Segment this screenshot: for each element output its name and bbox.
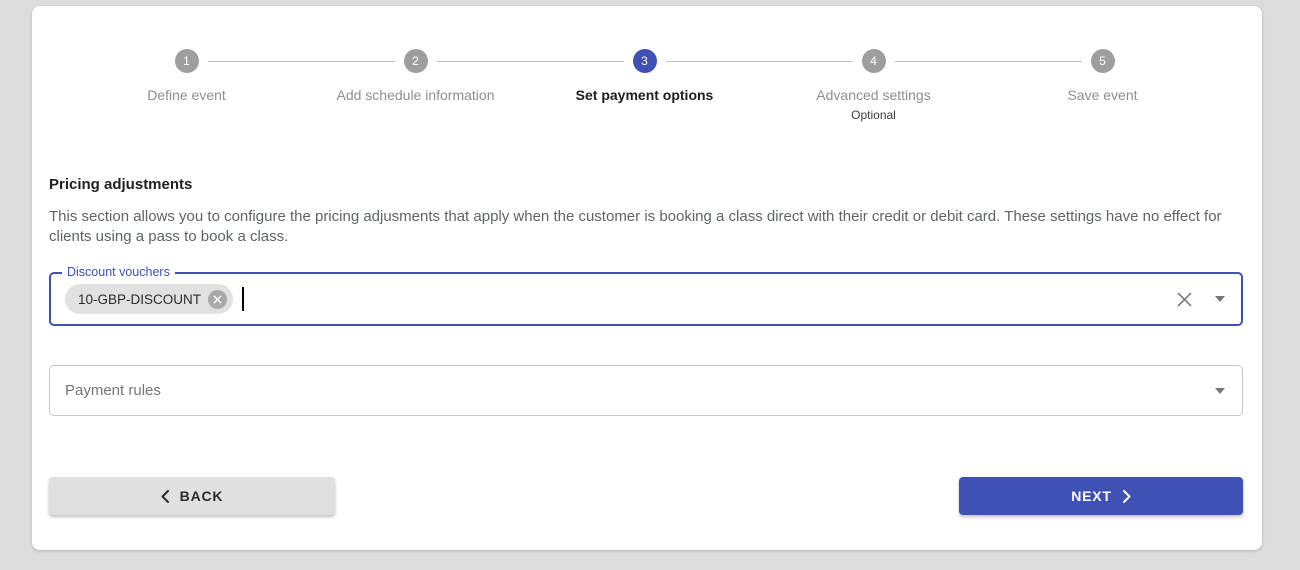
step-number-badge: 3 [632,49,657,73]
discount-voucher-chip: 10-GBP-DISCOUNT [65,284,234,314]
discount-vouchers-field[interactable]: Discount vouchers 10-GBP-DISCOUNT [49,265,1243,326]
payment-rules-field[interactable]: Payment rules [49,365,1243,416]
step-label: Add schedule information [336,87,495,103]
step-advanced-settings[interactable]: 4 Advanced settings Optional [759,49,988,122]
step-save-event[interactable]: 5 Save event [988,49,1217,122]
chip-label: 10-GBP-DISCOUNT [78,291,202,307]
text-caret [242,287,244,311]
connector-line [436,60,530,62]
clear-icon[interactable] [1174,289,1194,309]
connector-line [665,60,759,62]
step-define-event[interactable]: 1 Define event [72,49,301,122]
chevron-right-icon [1122,489,1131,503]
step-content: Pricing adjustments This section allows … [32,176,1262,515]
stepper: 1 Define event 2 Add schedule informatio… [72,6,1217,122]
payment-rules-placeholder: Payment rules [65,382,161,399]
connector-line [759,60,853,62]
chevron-down-icon[interactable] [1215,387,1225,394]
connector-line [988,60,1082,62]
remove-chip-icon[interactable] [208,289,228,309]
discount-vouchers-label: Discount vouchers [62,265,175,280]
step-label: Set payment options [575,87,714,103]
section-title: Pricing adjustments [49,176,193,193]
back-button-label: BACK [179,488,224,504]
connector-line [894,60,988,62]
step-label: Define event [147,87,226,103]
step-number-badge: 1 [174,49,199,73]
step-number-badge: 4 [861,49,886,73]
step-number-badge: 2 [403,49,428,73]
next-button-label: NEXT [1071,488,1112,504]
chevron-down-icon[interactable] [1215,296,1225,302]
back-button[interactable]: BACK [49,477,335,515]
step-number-badge: 5 [1090,49,1115,73]
navigation-buttons: BACK NEXT [49,477,1243,515]
connector-line [530,60,624,62]
wizard-card: 1 Define event 2 Add schedule informatio… [32,6,1262,550]
step-label: Save event [1067,87,1138,103]
connector-line [301,60,395,62]
step-label: Advanced settings [816,87,931,103]
chevron-left-icon [161,489,169,503]
connector-line [207,60,301,62]
section-description: This section allows you to configure the… [49,208,1222,245]
step-set-payment-options[interactable]: 3 Set payment options [530,49,759,122]
step-add-schedule-information[interactable]: 2 Add schedule information [301,49,530,122]
next-button[interactable]: NEXT [959,477,1243,515]
step-optional-label: Optional [851,108,896,122]
